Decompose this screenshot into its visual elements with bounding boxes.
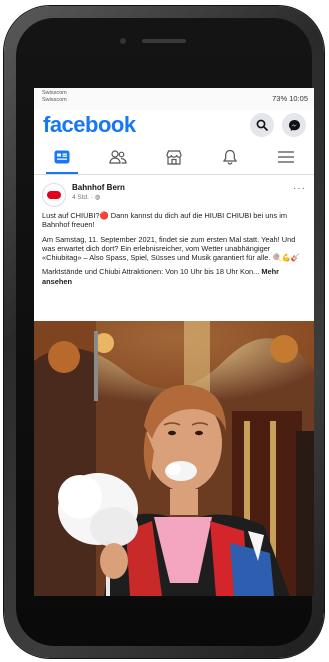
messenger-button[interactable]	[282, 113, 306, 137]
carrier-line2: Swisscom	[42, 97, 67, 103]
search-button[interactable]	[250, 113, 274, 137]
carrier-line1: Swisscom	[42, 90, 67, 96]
marketplace-icon	[166, 149, 182, 165]
hamburger-menu-icon	[278, 151, 294, 163]
front-camera	[120, 38, 126, 44]
tab-marketplace[interactable]	[154, 140, 194, 174]
page-avatar[interactable]	[42, 183, 66, 207]
post-paragraph-1: Lust auf CHIUBI?🔴 Dann kannst du dich au…	[42, 211, 287, 230]
search-icon	[256, 119, 268, 131]
more-options-icon[interactable]: ···	[293, 183, 306, 194]
tab-menu[interactable]	[266, 140, 306, 174]
messenger-icon	[288, 119, 300, 131]
news-feed-icon	[54, 150, 70, 164]
tab-bar	[34, 140, 314, 175]
status-bar: Swisscom Swisscom 73% 10:05	[34, 88, 314, 110]
post-paragraph-3-text: Marktstände und Chiubi Attraktionen: Von…	[42, 267, 260, 277]
post-paragraph-3: Marktstände und Chiubi Attraktionen: Von…	[42, 267, 306, 286]
tab-friends[interactable]	[98, 140, 138, 174]
app-bar: facebook	[34, 110, 314, 140]
sbb-logo-icon	[47, 191, 61, 199]
carrier-info: Swisscom Swisscom	[42, 90, 67, 104]
battery-time: 73% 10:05	[272, 94, 308, 103]
facebook-logo[interactable]: facebook	[43, 112, 136, 138]
tab-notifications[interactable]	[210, 140, 250, 174]
phone-screen: Swisscom Swisscom 73% 10:05 facebook Bah…	[34, 88, 314, 596]
post-author[interactable]: Bahnhof Bern	[72, 183, 125, 192]
bell-icon	[223, 149, 237, 165]
post-paragraph-2: Am Samstag, 11. September 2021, findet s…	[42, 234, 301, 263]
app-bar-actions	[250, 113, 306, 137]
post-photo[interactable]	[34, 321, 314, 596]
post-time[interactable]: 4 Std.	[72, 194, 89, 201]
home-button[interactable]	[130, 606, 186, 662]
post-header: Bahnhof Bern 4 Std. · ◍ ···	[34, 175, 314, 211]
globe-icon: · ◍	[90, 194, 101, 201]
woman-cotton-candy-image	[34, 321, 314, 596]
earpiece-speaker	[142, 39, 186, 43]
friends-icon	[109, 150, 127, 164]
post-body: Lust auf CHIUBI?🔴 Dann kannst du dich au…	[34, 211, 314, 286]
post-meta: 4 Std. · ◍	[72, 193, 125, 201]
post-author-block: Bahnhof Bern 4 Std. · ◍	[72, 183, 125, 201]
tab-home[interactable]	[42, 140, 82, 174]
